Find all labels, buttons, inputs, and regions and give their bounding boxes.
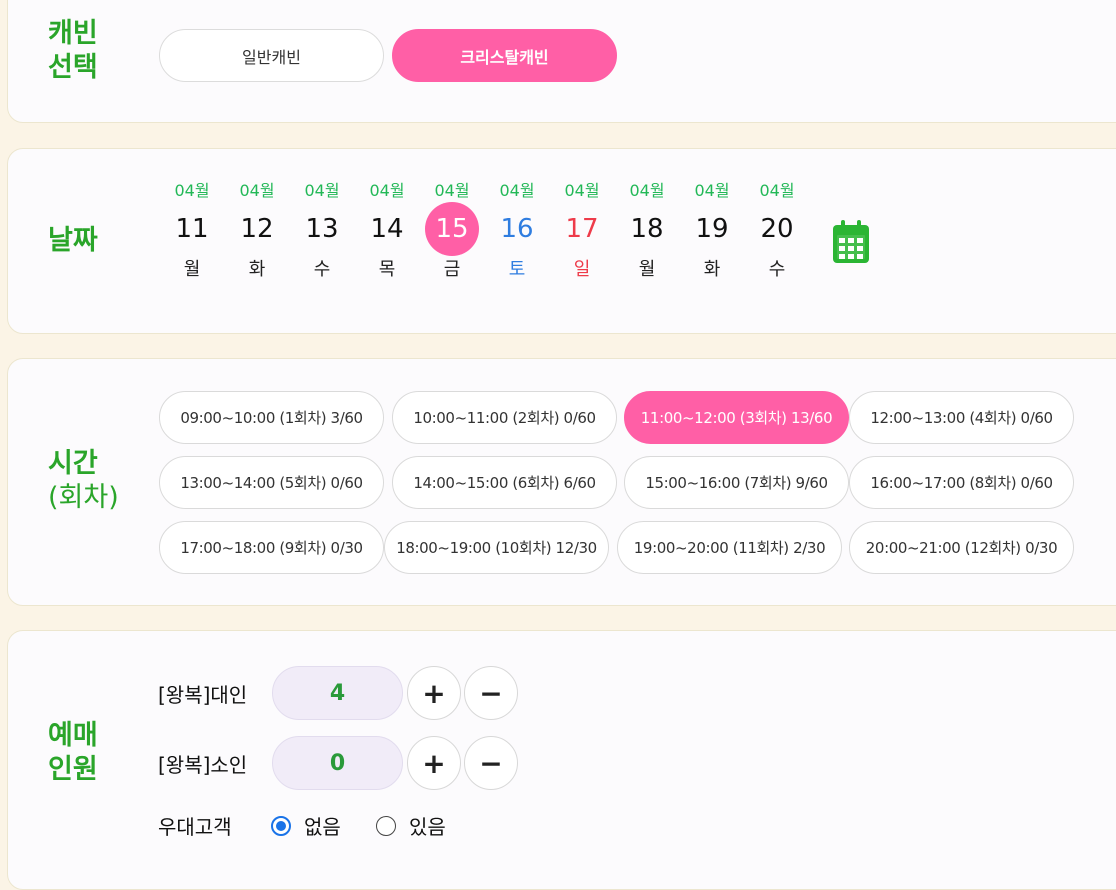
date-weekday: 화 [248,259,266,280]
date-month: 04월 [759,181,795,200]
date-day: 15 [422,202,482,256]
time-slot[interactable]: 12:00~13:00 (4회차) 0/60 [849,391,1074,444]
date-section: 날짜 04월 11 월 04월 12 화 04월 13 수 04월 14 목 04월 15 금 04월 16 토 0… [7,148,1116,334]
time-section: 시간 (회차) 09:00~10:00 (1회차) 3/60 10:00~11:0… [7,358,1116,606]
cabin-section-label: 캐빈 선택 [48,18,98,83]
adult-plus-button[interactable]: + [407,666,461,720]
date-weekday: 수 [768,259,786,280]
time-section-label: 시간 (회차) [48,448,119,513]
date-month: 04월 [369,181,405,200]
time-slot[interactable]: 14:00~15:00 (6회차) 6/60 [392,456,617,509]
date-day: 11 [175,214,209,244]
date-day: 14 [370,214,404,244]
discount-yes-radio[interactable] [376,816,396,836]
time-slot[interactable]: 09:00~10:00 (1회차) 3/60 [159,391,384,444]
cabin-option-normal[interactable]: 일반캐빈 [159,29,384,82]
adult-minus-button[interactable]: − [464,666,518,720]
time-slot[interactable]: 16:00~17:00 (8회차) 0/60 [849,456,1074,509]
discount-none-label[interactable]: 없음 [304,811,341,840]
date-item[interactable]: 04월 13 수 [292,179,352,285]
date-item[interactable]: 04월 14 목 [357,179,417,285]
date-day: 13 [305,214,339,244]
date-weekday: 수 [313,259,331,280]
date-month: 04월 [629,181,665,200]
child-plus-button[interactable]: + [407,736,461,790]
discount-label: 우대고객 [158,815,232,839]
date-weekday: 목 [378,259,396,280]
date-item[interactable]: 04월 11 월 [162,179,222,285]
date-weekday: 화 [703,259,721,280]
date-item[interactable]: 04월 18 월 [617,179,677,285]
time-slot[interactable]: 20:00~21:00 (12회차) 0/30 [849,521,1074,574]
date-item[interactable]: 04월 19 화 [682,179,742,285]
date-day: 19 [695,214,729,244]
date-month: 04월 [564,181,600,200]
time-slot[interactable]: 18:00~19:00 (10회차) 12/30 [384,521,609,574]
time-slot[interactable]: 17:00~18:00 (9회차) 0/30 [159,521,384,574]
date-day: 12 [240,214,274,244]
date-month: 04월 [694,181,730,200]
time-slot[interactable]: 15:00~16:00 (7회차) 9/60 [624,456,849,509]
date-item[interactable]: 04월 15 금 [422,179,482,285]
time-slot[interactable]: 11:00~12:00 (3회차) 13/60 [624,391,849,444]
discount-none-radio[interactable] [271,816,291,836]
date-section-label: 날짜 [48,225,98,256]
date-item[interactable]: 04월 17 일 [552,179,612,285]
adult-count[interactable]: 4 [272,666,403,720]
time-slot[interactable]: 10:00~11:00 (2회차) 0/60 [392,391,617,444]
date-weekday: 금 [443,259,461,280]
date-day: 17 [565,214,599,244]
date-month: 04월 [434,181,470,200]
calendar-icon[interactable] [831,219,871,265]
date-weekday: 월 [638,259,656,280]
cabin-section: 캐빈 선택 일반캐빈 크리스탈캐빈 [7,0,1116,123]
discount-yes-label[interactable]: 있음 [409,811,446,840]
people-section: 예매 인원 [왕복]대인 4 + − [왕복]소인 0 + − 우대고객 없음 … [7,630,1116,890]
date-item[interactable]: 04월 12 화 [227,179,287,285]
time-slot[interactable]: 19:00~20:00 (11회차) 2/30 [617,521,842,574]
child-minus-button[interactable]: − [464,736,518,790]
adult-label: [왕복]대인 [158,683,248,707]
cabin-option-crystal[interactable]: 크리스탈캐빈 [392,29,617,82]
date-month: 04월 [174,181,210,200]
date-weekday: 월 [183,259,201,280]
child-count[interactable]: 0 [272,736,403,790]
date-weekday: 일 [573,259,591,280]
child-label: [왕복]소인 [158,753,248,777]
date-month: 04월 [239,181,275,200]
date-weekday: 토 [508,259,526,280]
time-slot[interactable]: 13:00~14:00 (5회차) 0/60 [159,456,384,509]
date-day: 20 [760,214,794,244]
date-month: 04월 [304,181,340,200]
date-day: 18 [630,214,664,244]
date-month: 04월 [499,181,535,200]
date-day: 16 [500,214,534,244]
people-section-label: 예매 인원 [48,720,98,785]
date-item[interactable]: 04월 20 수 [747,179,807,285]
date-item[interactable]: 04월 16 토 [487,179,547,285]
